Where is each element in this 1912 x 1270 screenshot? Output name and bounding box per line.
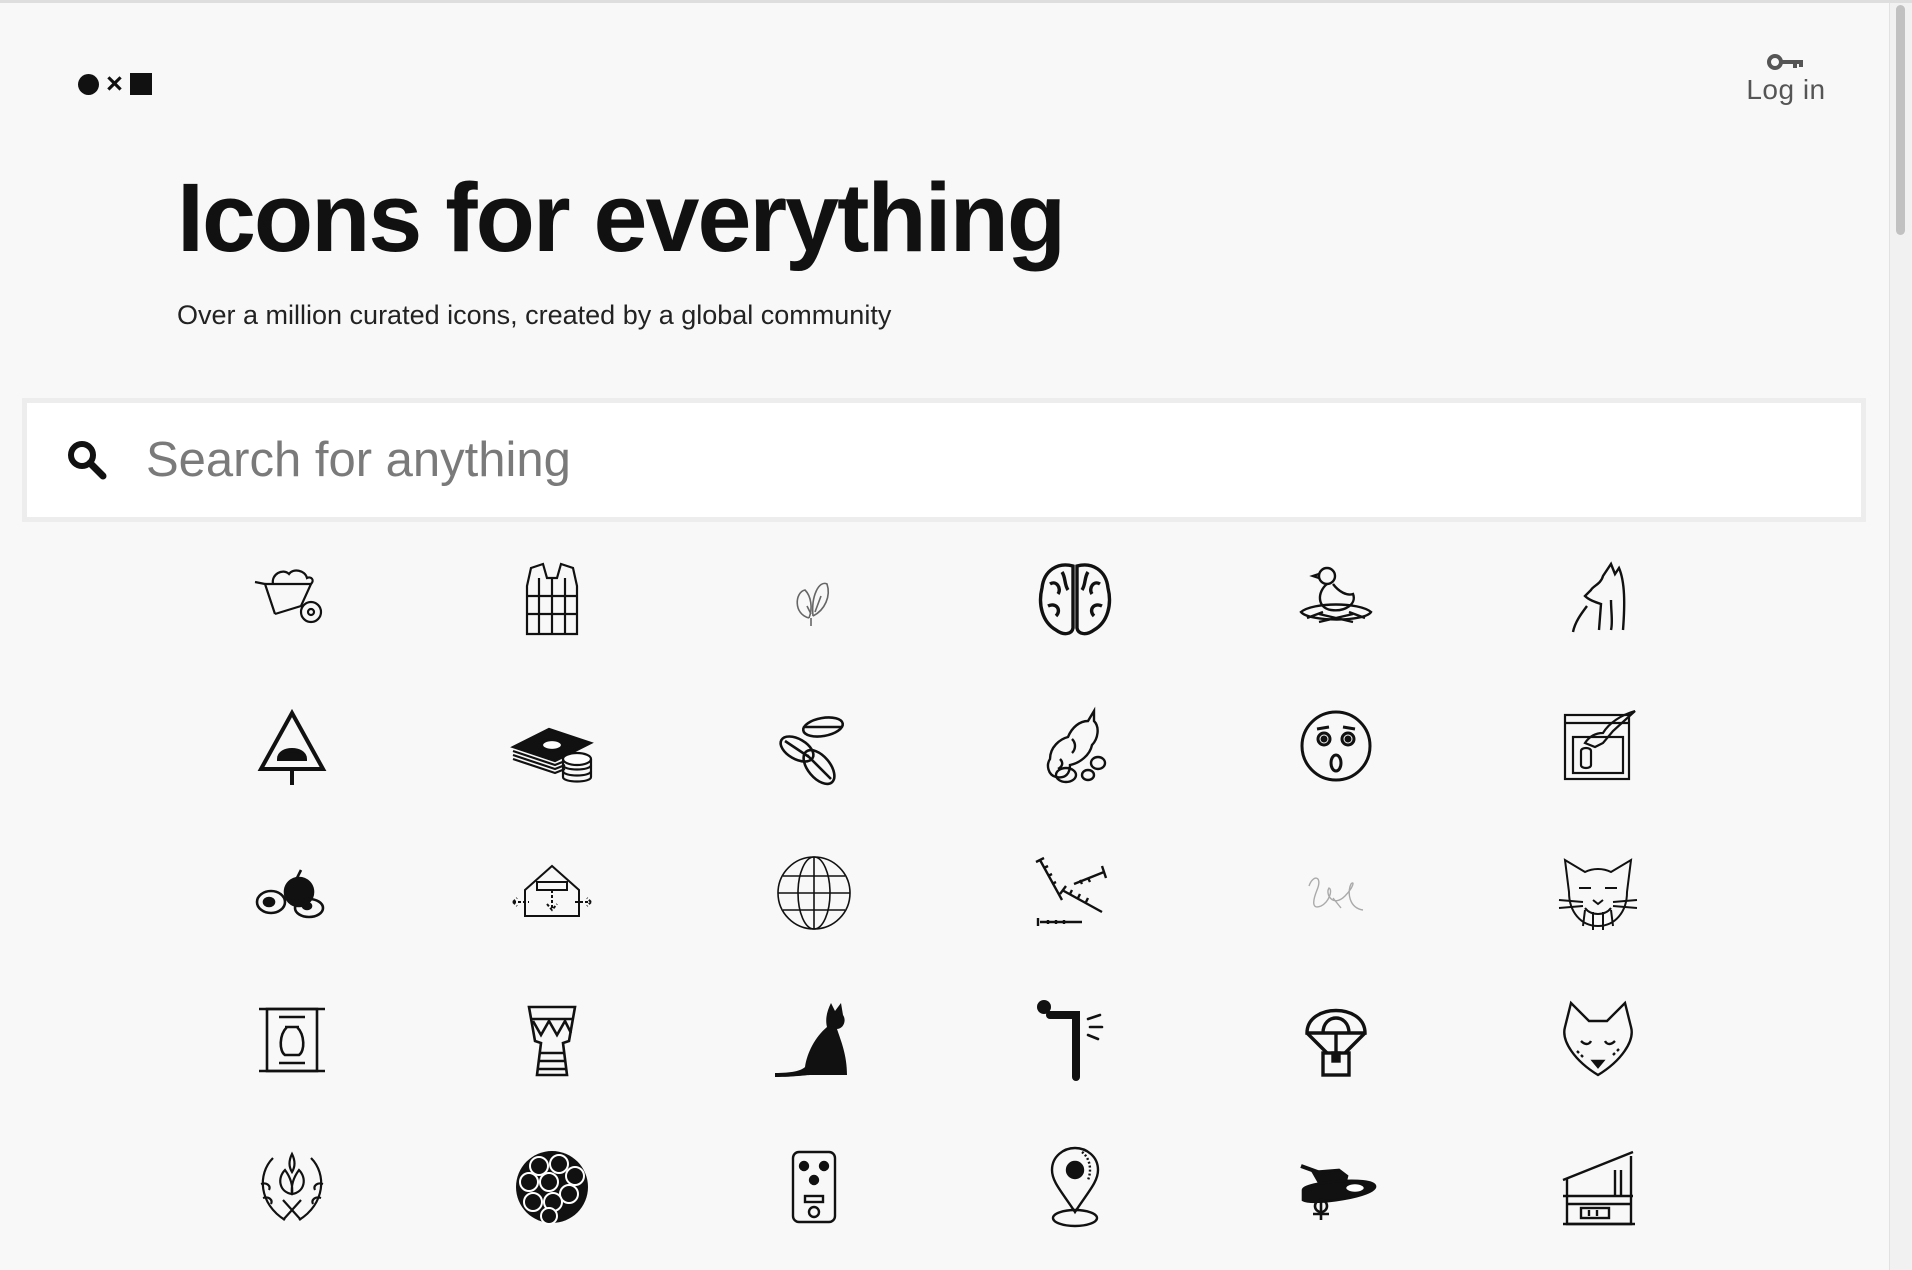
- tank-icon[interactable]: [1286, 1137, 1386, 1237]
- fruits-icon[interactable]: [242, 843, 342, 943]
- parachute-package-icon[interactable]: [1286, 990, 1386, 1090]
- icon-grid: [0, 0, 1890, 1270]
- person-bowing-icon[interactable]: [1025, 990, 1125, 1090]
- modern-house-icon[interactable]: [1548, 1137, 1648, 1237]
- leaf-sprout-icon[interactable]: [764, 549, 864, 649]
- soap-dispenser-hand-icon[interactable]: [1548, 696, 1648, 796]
- djembe-drum-icon[interactable]: [502, 990, 602, 1090]
- howling-wolf-icon[interactable]: [1548, 549, 1648, 649]
- scrollbar-thumb[interactable]: [1896, 5, 1905, 235]
- money-stack-icon[interactable]: [502, 696, 602, 796]
- globe-icon[interactable]: [764, 843, 864, 943]
- fox-face-icon[interactable]: [1548, 990, 1648, 1090]
- wheelbarrow-icon[interactable]: [242, 549, 342, 649]
- brain-icon[interactable]: [1025, 549, 1125, 649]
- warning-sign-tree-icon[interactable]: [242, 696, 342, 796]
- life-vest-icon[interactable]: [502, 549, 602, 649]
- page-scrollbar[interactable]: [1889, 3, 1912, 1270]
- signature-icon[interactable]: [1286, 843, 1386, 943]
- laurel-leaves-icon[interactable]: [242, 1137, 342, 1237]
- cocoa-beans-icon[interactable]: [764, 696, 864, 796]
- ginger-root-icon[interactable]: [1025, 696, 1125, 796]
- black-cat-icon[interactable]: [764, 990, 864, 1090]
- bird-in-nest-icon[interactable]: [1286, 549, 1386, 649]
- house-ventilation-icon[interactable]: [502, 843, 602, 943]
- surprised-face-icon[interactable]: [1286, 696, 1386, 796]
- berry-icon[interactable]: [502, 1137, 602, 1237]
- guitar-pedal-icon[interactable]: [764, 1137, 864, 1237]
- screws-icon[interactable]: [1025, 843, 1125, 943]
- location-pin-icon[interactable]: [1025, 1137, 1125, 1237]
- scroll-vase-icon[interactable]: [242, 990, 342, 1090]
- cat-face-icon[interactable]: [1548, 843, 1648, 943]
